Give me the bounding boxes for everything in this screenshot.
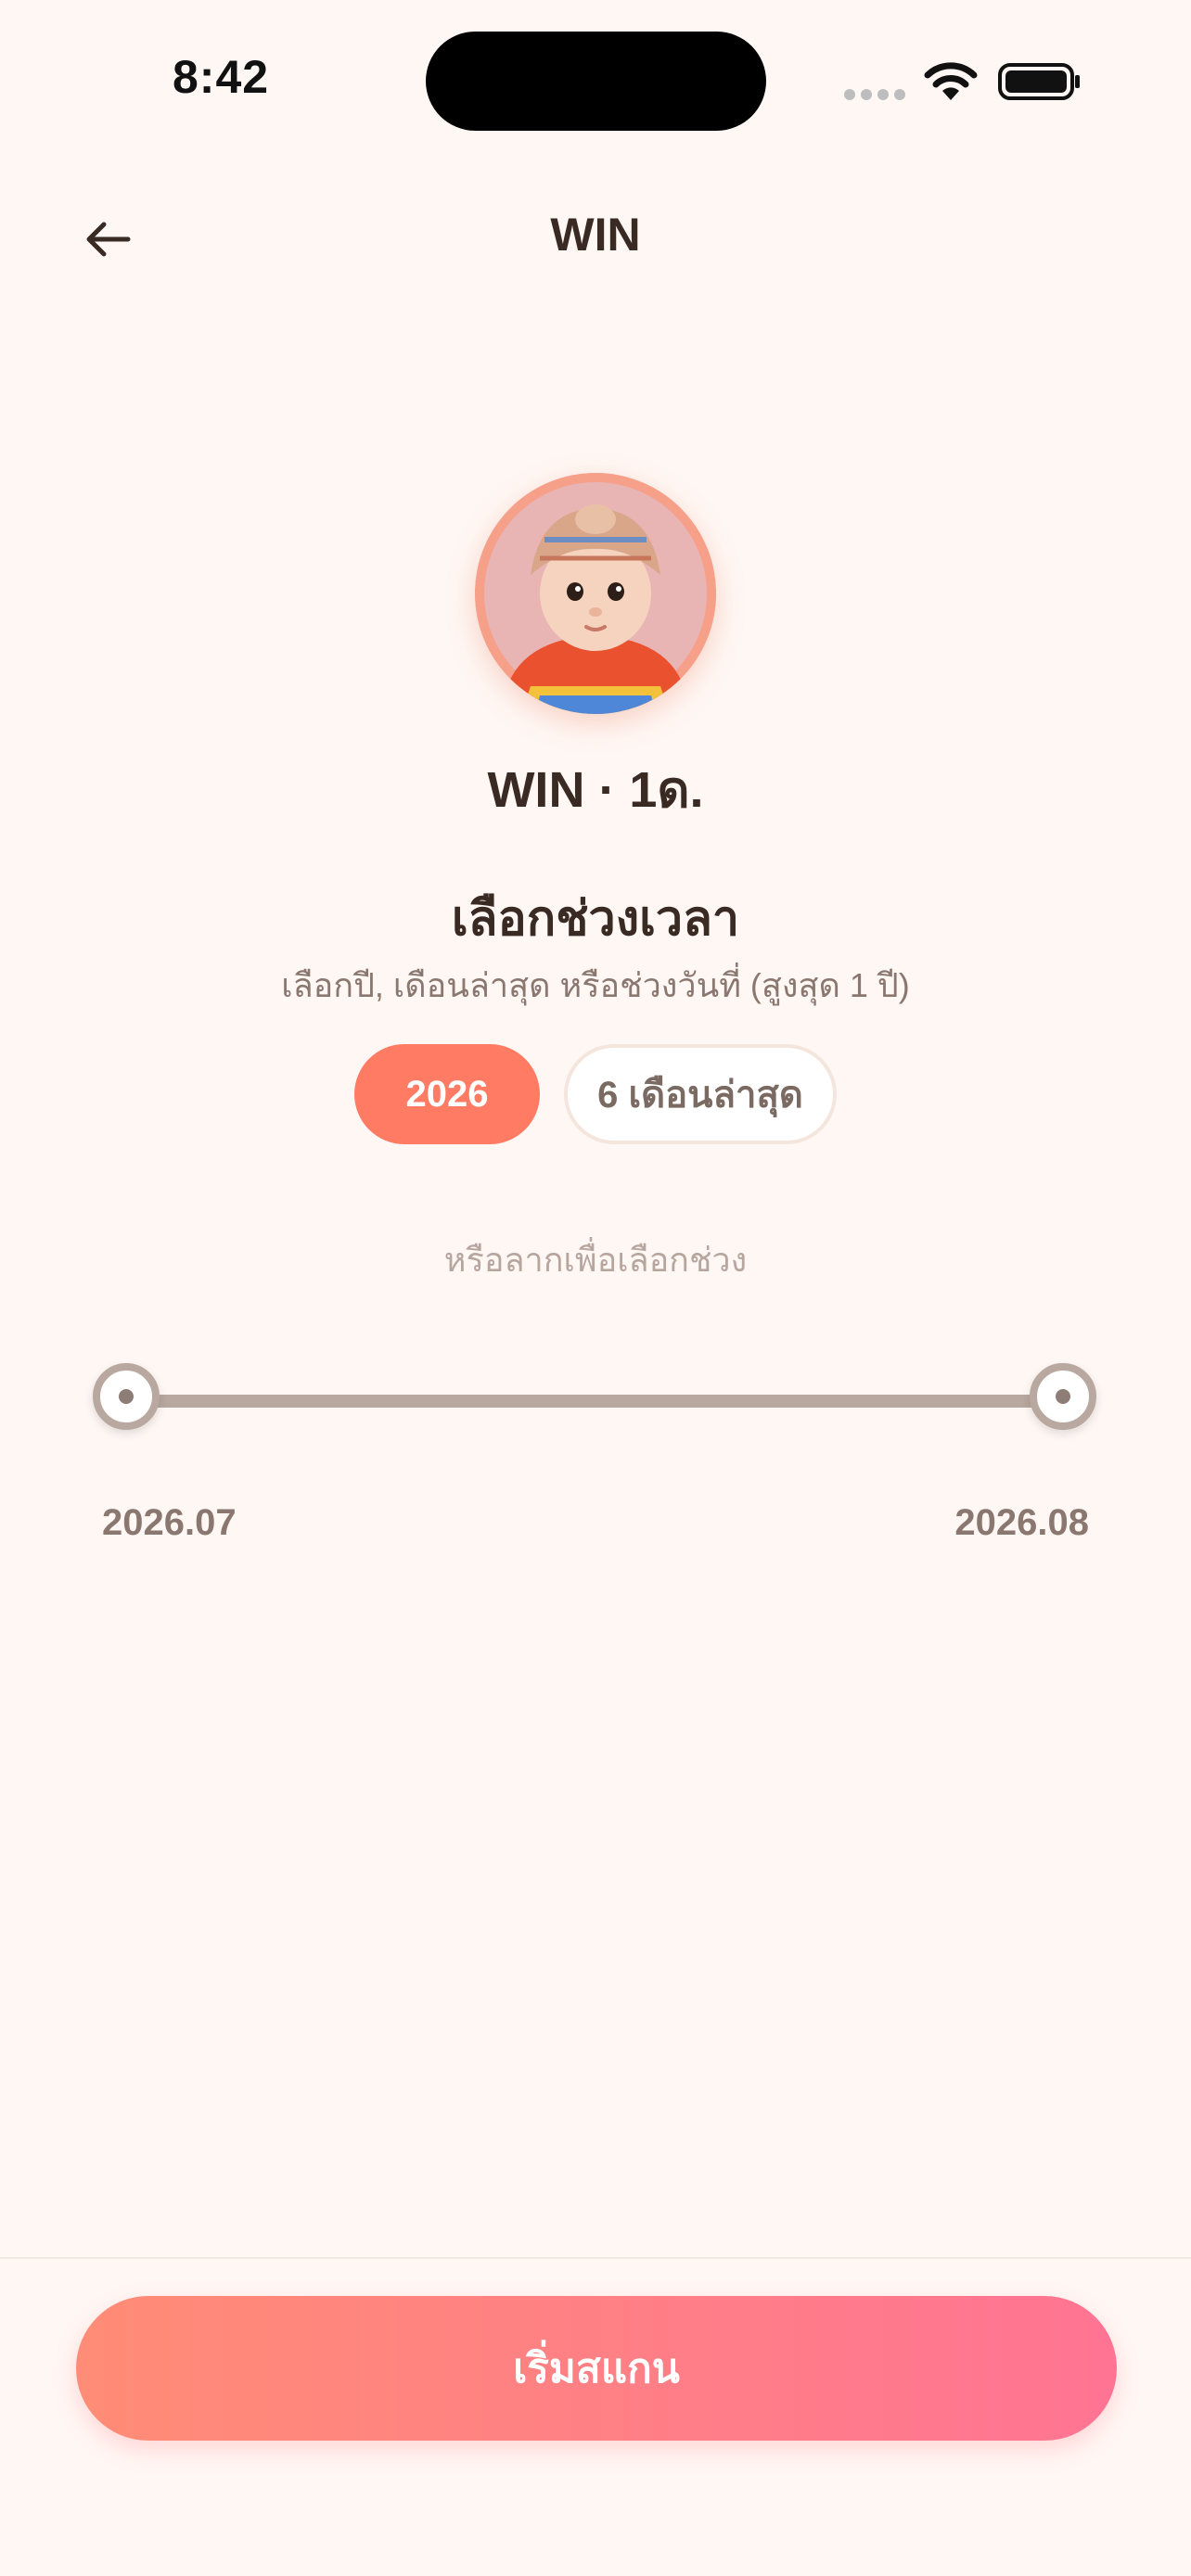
battery-icon xyxy=(998,63,1080,100)
chip-last-6-months[interactable]: 6 เดือนล่าสุด xyxy=(564,1044,837,1144)
slider-start-handle[interactable] xyxy=(93,1363,160,1430)
section-title: เลือกช่วงเวลา xyxy=(451,892,740,946)
dynamic-island xyxy=(426,32,766,131)
page-title: WIN xyxy=(550,209,641,261)
slider-track[interactable] xyxy=(130,1395,1059,1408)
avatar xyxy=(475,473,716,714)
wifi-icon xyxy=(924,62,978,100)
baby-photo xyxy=(475,473,716,714)
range-start-label: 2026.07 xyxy=(102,1502,237,1543)
range-end-label: 2026.08 xyxy=(954,1502,1089,1543)
start-scan-button[interactable]: เริ่มสแกน xyxy=(76,2296,1117,2441)
cellular-signal-icon xyxy=(844,89,905,100)
status-bar: 8:42 xyxy=(0,0,1191,158)
child-name-age: WIN · 1ด. xyxy=(487,762,704,818)
status-time: 8:42 xyxy=(173,51,270,103)
bottom-divider xyxy=(0,2257,1191,2259)
section-subtitle: เลือกปี, เดือนล่าสุด หรือช่วงวันที่ (สูง… xyxy=(281,966,910,1004)
drag-hint: หรือลากเพื่อเลือกช่วง xyxy=(443,1241,748,1279)
chip-year-2026[interactable]: 2026 xyxy=(354,1044,540,1144)
date-range-slider[interactable] xyxy=(89,1359,1100,1441)
period-chip-row: 2026 6 เดือนล่าสุด xyxy=(0,1044,1191,1144)
slider-end-handle[interactable] xyxy=(1030,1363,1096,1430)
nav-header: WIN xyxy=(0,176,1191,306)
